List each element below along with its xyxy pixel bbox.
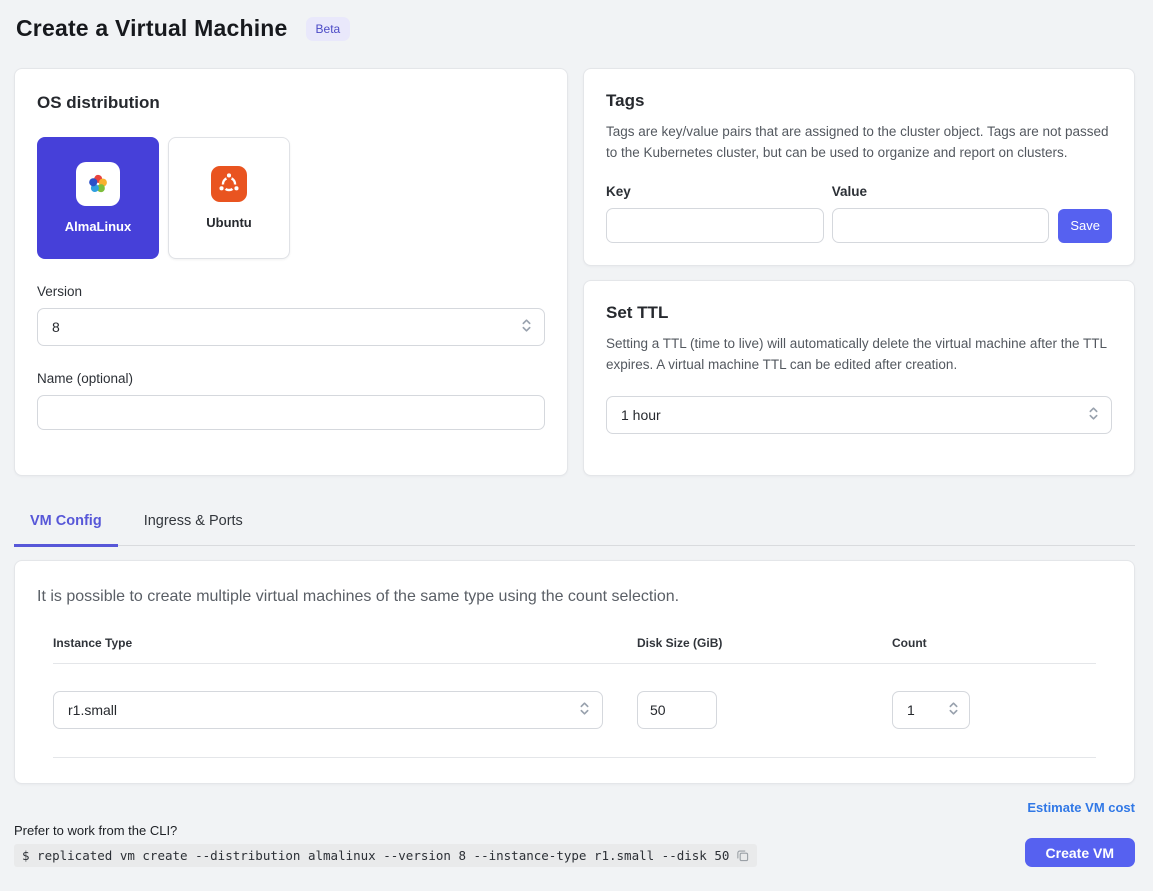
count-stepper[interactable]: 1 (892, 691, 970, 729)
estimate-vm-cost-link[interactable]: Estimate VM cost (1027, 800, 1135, 815)
chevron-updown-icon (579, 700, 590, 720)
disk-size-cell (637, 691, 892, 729)
chevron-updown-icon (1088, 405, 1099, 425)
tab-ingress-ports[interactable]: Ingress & Ports (128, 503, 259, 547)
ttl-select[interactable]: 1 hour (606, 396, 1112, 434)
col-instance-type: Instance Type (53, 636, 637, 650)
os-card-title: OS distribution (37, 93, 545, 113)
tab-vm-config[interactable]: VM Config (14, 503, 118, 547)
tag-key-input[interactable] (606, 208, 824, 243)
create-vm-button[interactable]: Create VM (1025, 838, 1135, 867)
page-header: Create a Virtual Machine Beta (14, 0, 1135, 52)
tag-key-label: Key (606, 184, 824, 199)
estimate-row: Estimate VM cost (14, 799, 1135, 817)
os-tile-label: Ubuntu (206, 215, 251, 230)
os-tile-ubuntu[interactable]: Ubuntu (168, 137, 290, 259)
vm-name-input[interactable] (37, 395, 545, 430)
tag-key-group: Key (606, 184, 824, 243)
almalinux-logo-icon (76, 162, 120, 206)
os-tiles: AlmaLinux Ubuntu (37, 137, 545, 259)
instance-type-cell: r1.small (53, 691, 637, 729)
ubuntu-logo-icon (211, 166, 247, 202)
version-select[interactable]: 8 (37, 308, 545, 346)
tag-value-group: Value (832, 184, 1050, 243)
cli-block: Prefer to work from the CLI? $ replicate… (14, 823, 757, 867)
version-select-value: 8 (52, 319, 60, 335)
cli-prompt-text: Prefer to work from the CLI? (14, 823, 757, 838)
cli-command-text: $ replicated vm create --distribution al… (22, 848, 729, 863)
col-disk-size: Disk Size (GiB) (637, 636, 892, 650)
main-columns: OS distribution (14, 68, 1135, 476)
instance-table-row: r1.small 1 (53, 664, 1096, 758)
cli-command-box: $ replicated vm create --distribution al… (14, 844, 757, 867)
count-cell: 1 (892, 691, 1096, 729)
tag-form: Key Value Save (606, 184, 1112, 243)
tags-card-title: Tags (606, 91, 1112, 111)
footer-row: Prefer to work from the CLI? $ replicate… (14, 823, 1135, 867)
copy-icon[interactable] (736, 849, 749, 862)
chevron-updown-icon (948, 700, 959, 720)
name-label: Name (optional) (37, 371, 545, 386)
instance-table: Instance Type Disk Size (GiB) Count r1.s… (53, 636, 1096, 758)
instance-type-value: r1.small (68, 702, 117, 718)
vm-config-card: It is possible to create multiple virtua… (14, 560, 1135, 784)
tag-value-input[interactable] (832, 208, 1050, 243)
create-vm-page: Create a Virtual Machine Beta OS distrib… (0, 0, 1153, 867)
instance-type-select[interactable]: r1.small (53, 691, 603, 729)
right-column: Tags Tags are key/value pairs that are a… (583, 68, 1135, 476)
count-value: 1 (907, 702, 915, 718)
save-tag-button[interactable]: Save (1058, 209, 1112, 243)
os-distribution-card: OS distribution (14, 68, 568, 476)
version-label: Version (37, 284, 545, 299)
config-tabs: VM Config Ingress & Ports (14, 503, 1135, 546)
instance-table-header: Instance Type Disk Size (GiB) Count (53, 636, 1096, 664)
tags-card: Tags Tags are key/value pairs that are a… (583, 68, 1135, 266)
beta-badge: Beta (306, 17, 351, 41)
ttl-select-value: 1 hour (621, 407, 661, 423)
set-ttl-card: Set TTL Setting a TTL (time to live) wil… (583, 280, 1135, 476)
tags-card-description: Tags are key/value pairs that are assign… (606, 122, 1111, 164)
ttl-card-title: Set TTL (606, 303, 1112, 323)
os-tile-label: AlmaLinux (65, 219, 131, 234)
os-tile-almalinux[interactable]: AlmaLinux (37, 137, 159, 259)
col-count: Count (892, 636, 1096, 650)
vm-config-intro: It is possible to create multiple virtua… (37, 588, 1112, 606)
disk-size-input[interactable] (637, 691, 717, 729)
tag-value-label: Value (832, 184, 1050, 199)
ttl-card-description: Setting a TTL (time to live) will automa… (606, 334, 1111, 376)
page-title: Create a Virtual Machine (16, 15, 288, 42)
chevron-updown-icon (521, 317, 532, 337)
